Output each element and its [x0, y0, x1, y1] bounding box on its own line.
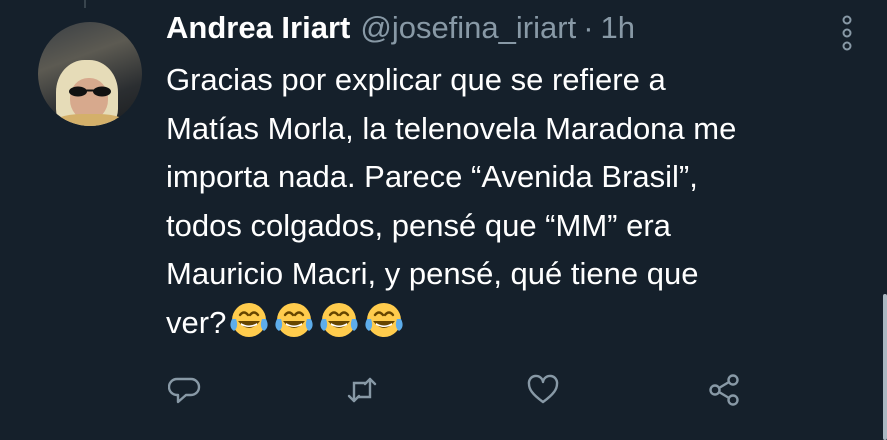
face-with-tears-of-joy-emoji: 😂	[274, 301, 315, 338]
more-options-button[interactable]	[838, 14, 856, 52]
sunglasses-graphic	[69, 86, 111, 97]
face-with-tears-of-joy-emoji: 😂	[364, 301, 405, 338]
retweet-button[interactable]	[342, 370, 382, 410]
tweet-text-line: Mauricio Macri, y pensé, qué tiene que	[166, 256, 699, 291]
tweet-text-line: ver?	[166, 304, 227, 340]
tweet-header: Andrea Iriart @josefina_iriart · 1h	[166, 10, 635, 54]
reply-button[interactable]	[165, 370, 205, 410]
author-handle[interactable]: @josefina_iriart	[360, 10, 576, 46]
tweet-text-line: Gracias por explicar que se refiere a	[166, 62, 666, 97]
face-with-tears-of-joy-emoji: 😂	[319, 301, 360, 338]
share-icon	[709, 374, 739, 406]
tweet-text-line: Matías Morla, la telenovela Maradona me	[166, 110, 737, 146]
separator-dot: ·	[583, 10, 594, 45]
author-name[interactable]: Andrea Iriart	[166, 10, 350, 46]
tweet-text-last-line: ver? 😂 😂 😂 😂	[166, 299, 866, 348]
emoji-group: 😂 😂 😂 😂	[228, 299, 408, 341]
avatar[interactable]	[38, 22, 142, 126]
tweet-text: Gracias por explicar que se refiere a Ma…	[166, 56, 866, 347]
tweet-text-line: todos colgados, pensé que “MM” era	[166, 207, 671, 243]
like-button[interactable]	[523, 370, 563, 410]
thread-connector-line	[84, 0, 86, 8]
face-with-tears-of-joy-emoji: 😂	[229, 301, 270, 338]
timestamp[interactable]: 1h	[601, 10, 635, 46]
share-button[interactable]	[704, 370, 744, 410]
more-vertical-icon	[842, 15, 852, 51]
heart-icon	[527, 374, 559, 404]
tweet-text-line: importa nada. Parece “Avenida Brasil”,	[166, 159, 698, 194]
reply-icon	[168, 377, 201, 404]
scrollbar[interactable]	[883, 294, 887, 440]
tweet-actions	[0, 370, 887, 412]
retweet-icon	[347, 377, 377, 403]
